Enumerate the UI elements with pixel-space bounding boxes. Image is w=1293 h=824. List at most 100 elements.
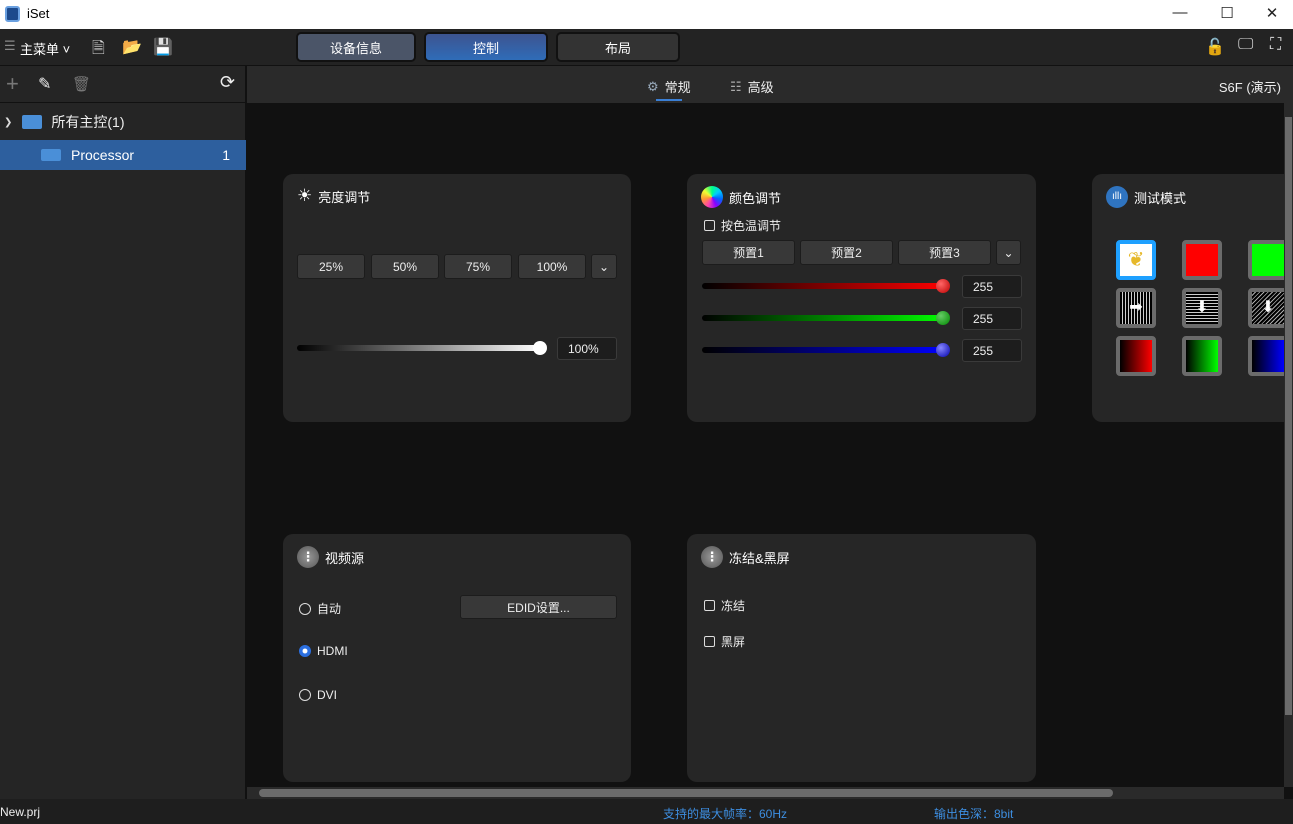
blackout-checkbox[interactable]: 黑屏: [704, 633, 745, 650]
color-wheel-icon: [701, 186, 723, 208]
waveform-icon: ıllı: [1106, 186, 1128, 208]
checkbox[interactable]: [704, 220, 715, 231]
green-value-input[interactable]: 255: [962, 307, 1022, 330]
checkbox[interactable]: [704, 636, 715, 647]
preset-75-button[interactable]: 75%: [444, 254, 512, 279]
sidebar-toolbar: + ✎ 🗑 ⟳: [0, 66, 246, 103]
test-pattern-horizontal-lines[interactable]: ⬇: [1182, 288, 1222, 328]
menu-icon: ☰: [4, 38, 16, 53]
brightness-slider[interactable]: [297, 345, 541, 351]
main-menu-button[interactable]: 主菜单 ˅: [20, 39, 70, 58]
blackout-label: 黑屏: [721, 635, 746, 649]
max-frame-rate: 支持的最大帧率：60Hz: [663, 807, 788, 821]
delete-icon[interactable]: 🗑: [72, 75, 91, 93]
color-title: 颜色调节: [701, 186, 781, 208]
window-title: iSet: [27, 6, 50, 21]
radio-button[interactable]: [299, 602, 311, 615]
color-preset-1-button[interactable]: 预置1: [702, 240, 795, 265]
radio-hdmi[interactable]: HDMI: [299, 644, 348, 658]
test-pattern-blue-gradient[interactable]: [1248, 336, 1288, 376]
freeze-card: ⋮ 冻结&黑屏 冻结 黑屏: [687, 534, 1036, 782]
active-tab-indicator: [656, 99, 682, 101]
gear-icon: ⚙: [647, 78, 659, 94]
close-button[interactable]: ✕: [1262, 4, 1282, 22]
radio-dvi-label: DVI: [317, 688, 338, 702]
freeze-checkbox[interactable]: 冻结: [704, 597, 745, 614]
test-pattern-red-gradient[interactable]: [1116, 336, 1156, 376]
blue-slider[interactable]: [702, 347, 947, 353]
more-icon: ⋮: [701, 546, 723, 568]
refresh-icon[interactable]: ⟳: [220, 72, 235, 93]
title-bar: iSet — ☐ ✕: [0, 0, 1293, 29]
tree-item-processor[interactable]: Processor 1: [0, 140, 246, 170]
vertical-scrollbar-thumb[interactable]: [1285, 117, 1292, 715]
processor-count: 1: [222, 147, 230, 163]
red-slider[interactable]: [702, 283, 947, 289]
sub-tab-bar: ⚙ 常规 ☷ 高级 S6F (演示): [247, 66, 1293, 103]
add-icon[interactable]: +: [6, 71, 19, 97]
open-folder-icon[interactable]: 📂: [122, 37, 142, 57]
color-preset-2-button[interactable]: 预置2: [800, 240, 893, 265]
radio-dvi[interactable]: DVI: [299, 688, 337, 702]
test-pattern-green-gradient[interactable]: [1182, 336, 1222, 376]
minimize-button[interactable]: —: [1170, 4, 1190, 21]
more-icon: ⋮: [297, 546, 319, 568]
green-slider-handle[interactable]: [936, 311, 950, 325]
output-color-depth: 输出色深：8bit: [934, 807, 1014, 821]
project-file-name: New.prj: [0, 805, 41, 819]
tab-device-info[interactable]: 设备信息: [296, 32, 416, 62]
horizontal-scrollbar-thumb[interactable]: [259, 789, 1113, 797]
chevron-down-icon[interactable]: ⌄: [996, 240, 1021, 265]
monitor-icon[interactable]: 🖵: [1238, 36, 1253, 54]
chevron-down-icon: ❯: [4, 116, 13, 128]
color-preset-3-button[interactable]: 预置3: [898, 240, 991, 265]
app-logo-icon: [5, 6, 20, 22]
red-value-input[interactable]: 255: [962, 275, 1022, 298]
brightness-slider-handle[interactable]: [533, 341, 547, 355]
blue-value-input[interactable]: 255: [962, 339, 1022, 362]
save-icon[interactable]: 💾: [153, 37, 173, 57]
test-pattern-logo[interactable]: ❦: [1116, 240, 1156, 280]
test-pattern-red[interactable]: [1182, 240, 1222, 280]
test-pattern-vertical-lines[interactable]: ➡: [1116, 288, 1156, 328]
radio-button[interactable]: [299, 689, 311, 701]
tab-control[interactable]: 控制: [424, 32, 548, 62]
sun-icon: ☀: [297, 186, 313, 205]
radio-auto[interactable]: 自动: [299, 600, 341, 617]
tree-root-label: 所有主控(1): [51, 114, 125, 130]
test-pattern-green[interactable]: [1248, 240, 1288, 280]
preset-100-button[interactable]: 100%: [518, 254, 586, 279]
brightness-value-input[interactable]: 100%: [557, 337, 617, 360]
tab-advanced-label: 高级: [747, 80, 774, 95]
color-title-label: 颜色调节: [729, 190, 782, 206]
brightness-title-label: 亮度调节: [318, 189, 371, 205]
freeze-title-label: 冻结&黑屏: [729, 550, 790, 566]
blue-slider-handle[interactable]: [936, 343, 950, 357]
vertical-scrollbar[interactable]: [1284, 103, 1293, 787]
preset-50-button[interactable]: 50%: [371, 254, 439, 279]
red-slider-handle[interactable]: [936, 279, 950, 293]
main-toolbar: ☰ 主菜单 ˅ 🗎 📂 💾 设备信息 控制 布局 🔓 🖵 ⛶: [0, 29, 1293, 66]
tab-advanced[interactable]: ☷ 高级: [730, 77, 774, 96]
checkbox[interactable]: [704, 600, 715, 611]
video-title-label: 视频源: [325, 550, 365, 566]
tree-item-all-controllers[interactable]: ❯ 所有主控(1): [0, 104, 246, 140]
unlock-icon[interactable]: 🔓: [1205, 37, 1225, 57]
color-temp-checkbox[interactable]: 按色温调节: [704, 217, 781, 234]
test-pattern-diagonal-lines[interactable]: ⬇: [1248, 288, 1288, 328]
horizontal-scrollbar[interactable]: [247, 787, 1284, 799]
color-card: 颜色调节 按色温调节 预置1 预置2 预置3 ⌄ 255 255 255: [687, 174, 1036, 422]
chevron-down-icon[interactable]: ⌄: [591, 254, 617, 279]
edid-settings-button[interactable]: EDID设置...: [460, 595, 617, 619]
radio-hdmi-label: HDMI: [317, 644, 348, 658]
fullscreen-icon[interactable]: ⛶: [1270, 36, 1281, 54]
new-file-icon[interactable]: 🗎: [92, 37, 105, 64]
green-slider[interactable]: [702, 315, 947, 321]
preset-25-button[interactable]: 25%: [297, 254, 365, 279]
tab-general[interactable]: ⚙ 常规: [647, 77, 691, 96]
maximize-button[interactable]: ☐: [1217, 4, 1237, 22]
radio-button-selected[interactable]: [299, 645, 311, 657]
test-title: ıllı 测试模式: [1106, 186, 1186, 208]
edit-icon[interactable]: ✎: [38, 74, 51, 94]
tab-layout[interactable]: 布局: [556, 32, 680, 62]
